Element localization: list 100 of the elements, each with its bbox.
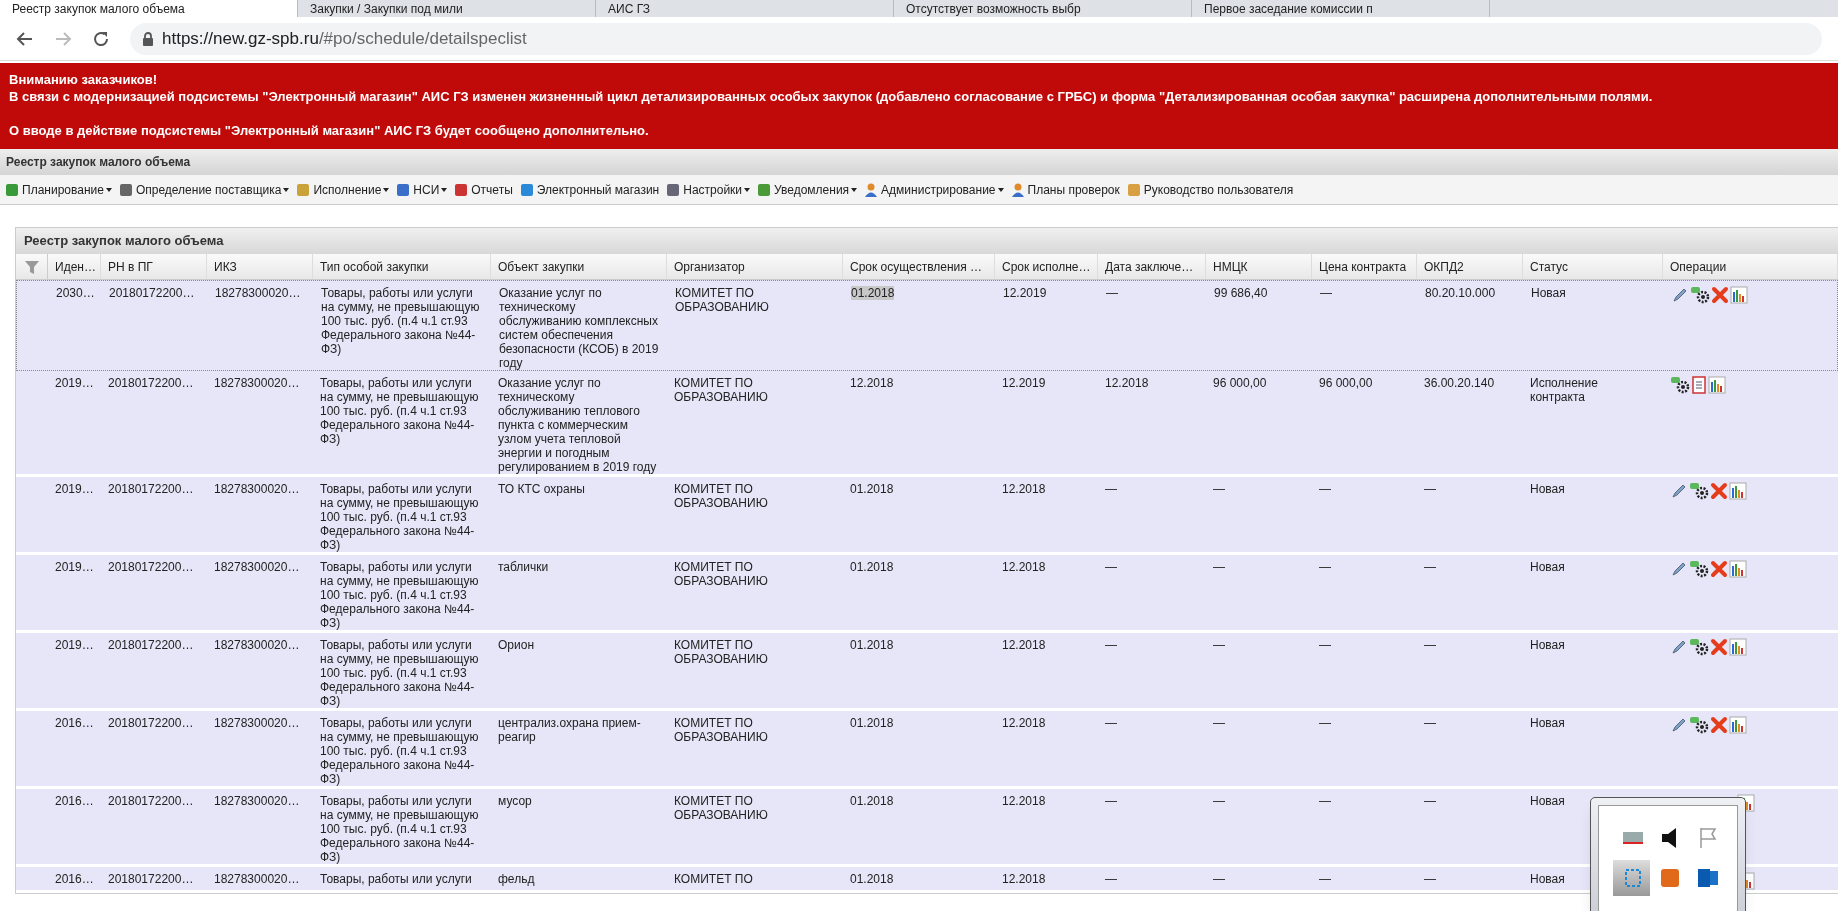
table-cell: — xyxy=(1213,560,1225,574)
bar-chart-icon[interactable] xyxy=(1729,716,1747,734)
caret-icon xyxy=(383,187,390,192)
menu-item[interactable]: Руководство пользователя xyxy=(1125,180,1294,199)
column-header[interactable]: Иден… xyxy=(48,254,101,279)
menu-item[interactable]: Планирование xyxy=(4,180,112,199)
grid-row[interactable]: 2019… 20180172200… 18278300020… Товары, работы или услуги на сумму, не превышающую 100 тыс. руб. (п.4 ч.1 ст.93 Федерального закона №44-ФЗ) Орион КОМИТЕТ ПО ОБРАЗОВАНИЮ 01.2018 12.2018 — — — — Новая xyxy=(16,633,1838,711)
menu-item[interactable]: Уведомления xyxy=(756,180,858,199)
column-header[interactable]: Тип особой закупки xyxy=(313,254,491,279)
gear-icon[interactable] xyxy=(1689,560,1709,578)
address-field[interactable]: https://new.gz-spb.ru/#po/schedule/detailspeclist xyxy=(130,22,1822,55)
pencil-icon[interactable] xyxy=(1671,286,1689,304)
table-cell: 2016… xyxy=(55,872,94,886)
table-cell: 2019… xyxy=(55,482,94,496)
menu-item[interactable]: Планы проверок xyxy=(1009,180,1120,199)
gear-icon[interactable] xyxy=(1689,638,1709,656)
table-cell: 2030… xyxy=(56,286,95,300)
reload-icon[interactable] xyxy=(92,29,110,48)
table-cell: — xyxy=(1320,286,1332,300)
table-cell: 18278300020… xyxy=(214,376,300,390)
user-icon xyxy=(1009,181,1026,198)
table-cell: 18278300020… xyxy=(214,560,300,574)
table-cell: 01.2018 xyxy=(851,286,895,300)
menu-item[interactable]: Определение поставщика xyxy=(117,180,290,199)
table-cell-text: КОМИТЕТ ПО ОБРАЗОВАНИЮ xyxy=(674,638,769,666)
column-header[interactable]: Срок исполне… xyxy=(995,254,1098,279)
grid-row[interactable]: 2016… 20180172200… 18278300020… Товары, работы или услуги на сумму, не превышающую 100 тыс. руб. (п.4 ч.1 ст.93 Федерального закона №44-ФЗ) мусор КОМИТЕТ ПО ОБРАЗОВАНИЮ 01.2018 12.2018 — — — — Новая xyxy=(16,789,1838,867)
menu-item[interactable]: Отчеты xyxy=(453,180,513,199)
table-cell: фельд xyxy=(498,872,535,886)
menu-item[interactable]: Исполнение xyxy=(295,180,390,199)
pencil-icon[interactable] xyxy=(1670,716,1688,734)
browser-tab[interactable]: Реестр закупок малого объема xyxy=(0,0,298,17)
bar-chart-icon[interactable] xyxy=(1708,376,1726,394)
table-cell: 18278300020… xyxy=(214,794,300,808)
grid-row[interactable]: 2016… 20180172200… 18278300020… Товары, работы или услуги фельд КОМИТЕТ ПО 01.2018 12.2018 — — — — Новая xyxy=(16,867,1838,893)
gear-icon[interactable] xyxy=(1689,482,1709,500)
menu-item[interactable]: Настройки xyxy=(665,180,751,199)
table-cell: — xyxy=(1319,716,1331,730)
table-cell: 20180172200… xyxy=(108,872,194,886)
column-header[interactable]: ИКЗ xyxy=(207,254,313,279)
page-title: Реестр закупок малого объема xyxy=(6,154,191,171)
column-header[interactable]: Операции xyxy=(1663,254,1838,279)
column-header[interactable]: РН в ПГ xyxy=(101,254,207,279)
menu-item[interactable]: Электронный магазин xyxy=(518,180,660,199)
table-cell: 01.2018 xyxy=(850,482,894,496)
bar-chart-icon[interactable] xyxy=(1729,482,1747,500)
table-cell: Новая xyxy=(1531,286,1566,300)
table-cell: 12.2018 xyxy=(1002,716,1046,730)
gear-icon[interactable] xyxy=(1689,716,1709,734)
column-header[interactable]: Статус xyxy=(1523,254,1663,279)
table-cell: — xyxy=(1105,794,1117,808)
table-cell: КОМИТЕТ ПО xyxy=(674,872,753,886)
table-cell: 12.2018 xyxy=(850,376,894,390)
table-cell: Орион xyxy=(498,638,534,652)
column-header[interactable]: Дата заключе… xyxy=(1098,254,1206,279)
table-cell: Новая xyxy=(1530,482,1565,496)
bar-chart-icon[interactable] xyxy=(1729,638,1747,656)
caret-icon xyxy=(283,187,290,192)
table-cell: 96 000,00 xyxy=(1213,376,1267,390)
table-cell: 01.2018 xyxy=(850,872,894,886)
table-cell: 20180172200… xyxy=(108,794,194,808)
grid-title: Реестр закупок малого объема xyxy=(24,232,224,251)
pencil-icon[interactable] xyxy=(1670,560,1688,578)
table-cell: — xyxy=(1105,716,1117,730)
caret-icon xyxy=(851,187,858,192)
bar-chart-icon[interactable] xyxy=(1730,286,1748,304)
gear-icon[interactable] xyxy=(1690,286,1710,304)
menu-item[interactable]: Администрирование xyxy=(863,180,1004,199)
table-cell: 01.2018 xyxy=(850,794,894,808)
pencil-icon[interactable] xyxy=(1670,482,1688,500)
table-cell: 18278300020… xyxy=(214,482,300,496)
table-cell-text: Товары, работы или услуги на сумму, не превышающую 100 тыс. руб. (п.4 ч.1 ст.93 Федерального закона №44-ФЗ) xyxy=(321,286,481,356)
column-header[interactable]: НМЦК xyxy=(1206,254,1312,279)
bar-chart-icon[interactable] xyxy=(1729,560,1747,578)
table-cell-text: Товары, работы или услуги на сумму, не превышающую 100 тыс. руб. (п.4 ч.1 ст.93 Федерального закона №44-ФЗ) xyxy=(320,794,480,864)
table-cell: 12.2018 xyxy=(1002,560,1046,574)
table-cell-text: КОМИТЕТ ПО ОБРАЗОВАНИЮ xyxy=(674,794,769,822)
back-icon[interactable] xyxy=(16,29,34,48)
column-header[interactable]: Организатор xyxy=(667,254,843,279)
column-header[interactable]: Цена контракта xyxy=(1312,254,1417,279)
table-cell: 12.2018 xyxy=(1002,794,1046,808)
grid-row[interactable] xyxy=(16,280,1838,371)
pencil-icon[interactable] xyxy=(1670,638,1688,656)
caret-icon xyxy=(105,187,112,192)
gear-icon[interactable] xyxy=(1670,376,1690,394)
url-text: https://new.gz-spb.ru/#po/schedule/detailspeclist xyxy=(162,27,527,50)
table-cell: — xyxy=(1213,638,1225,652)
column-header[interactable]: Срок осуществления … xyxy=(843,254,995,279)
table-cell: Товары, работы или услуги xyxy=(320,872,472,886)
table-cell: 20180172200… xyxy=(108,482,194,496)
table-cell: — xyxy=(1424,482,1436,496)
column-header[interactable]: ОКПД2 xyxy=(1417,254,1523,279)
column-header[interactable]: Объект закупки xyxy=(491,254,667,279)
menu-item[interactable]: НСИ xyxy=(395,180,448,199)
table-cell: 2016… xyxy=(55,716,94,730)
table-cell-text: централиз.охрана прием-реагир xyxy=(498,716,642,744)
table-cell-text: Исполнение контракта xyxy=(1530,376,1599,404)
table-cell-text: КОМИТЕТ ПО ОБРАЗОВАНИЮ xyxy=(674,716,769,744)
table-cell: — xyxy=(1319,482,1331,496)
table-cell: — xyxy=(1105,560,1117,574)
